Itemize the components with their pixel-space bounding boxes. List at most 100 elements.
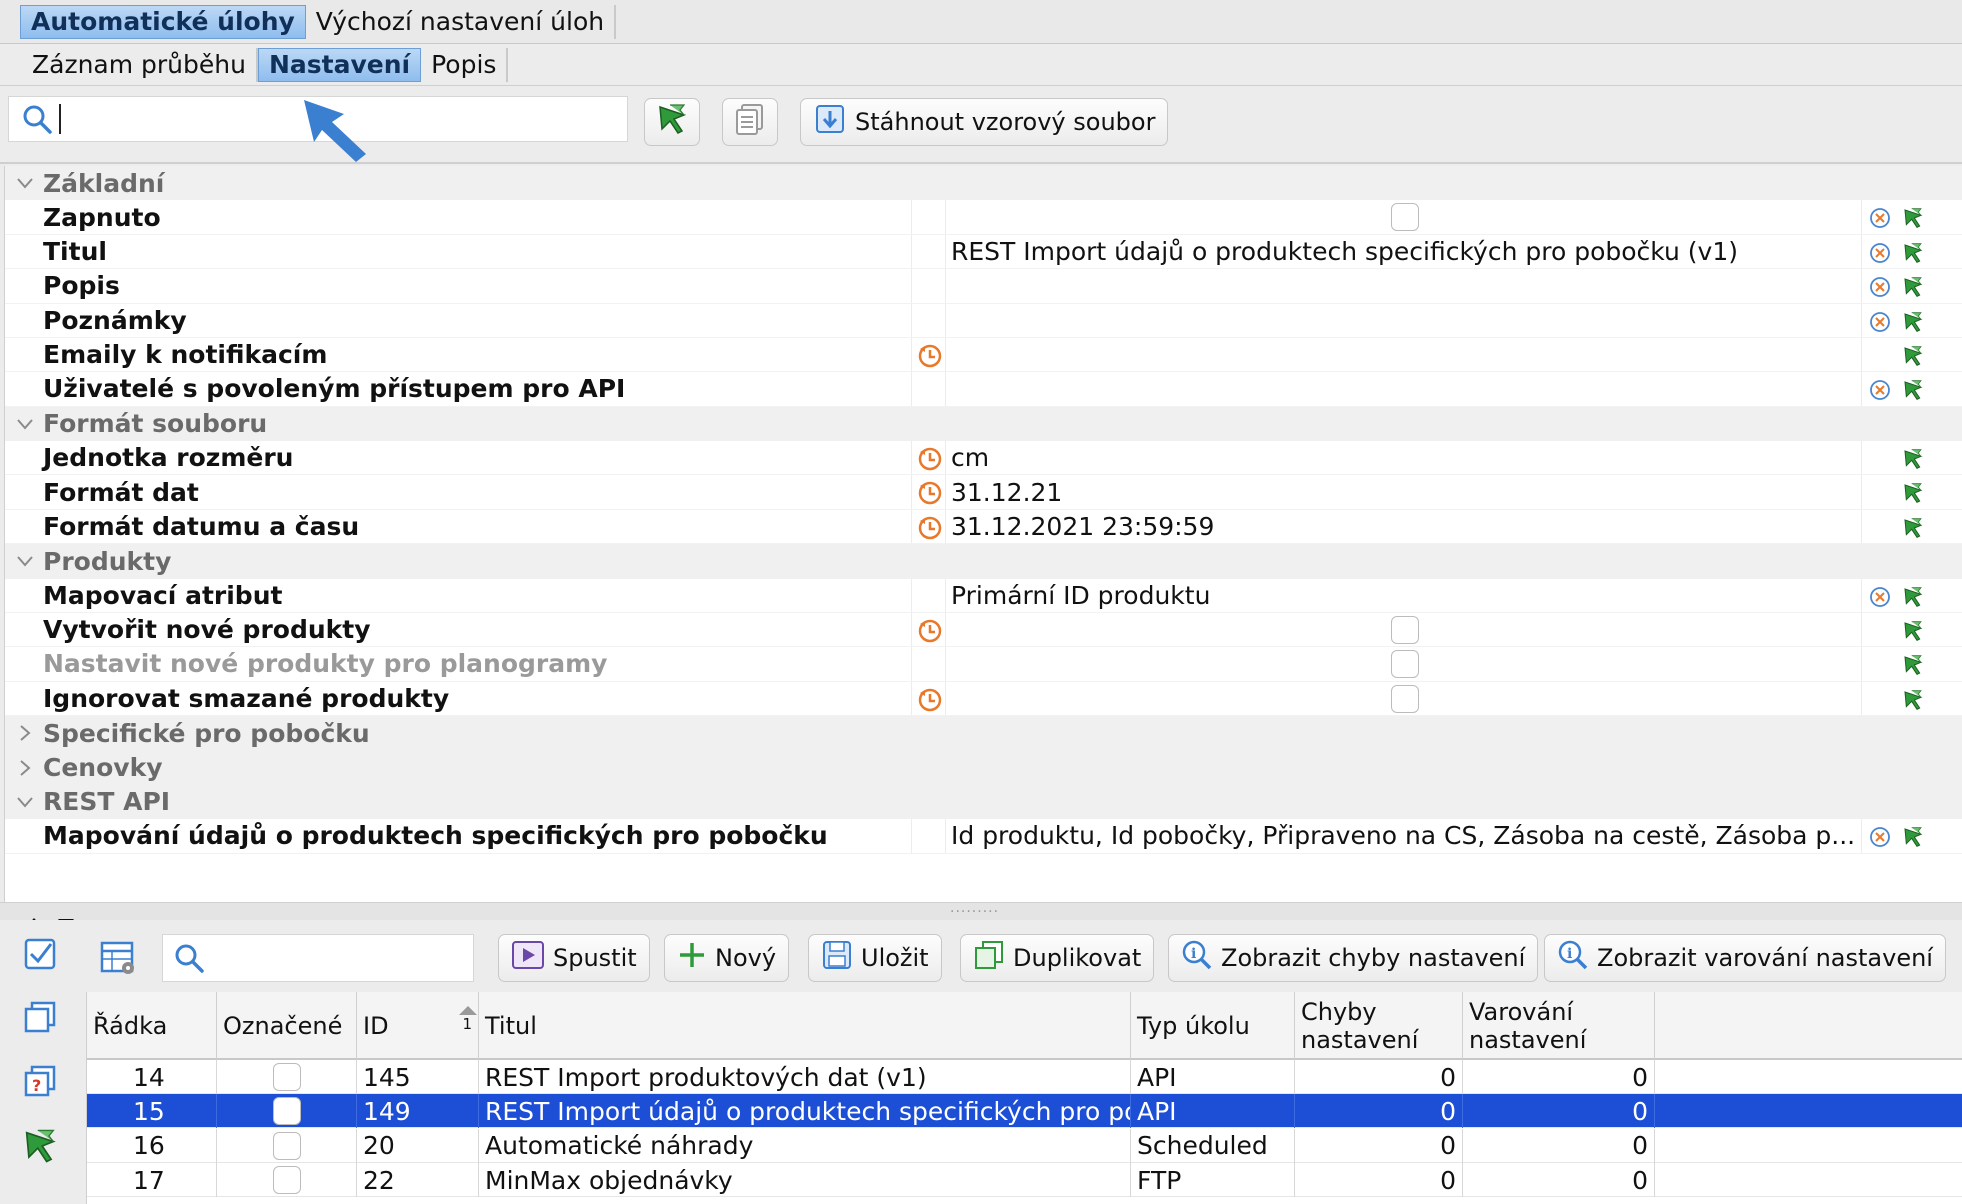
default-value-marker-icon[interactable] [917,446,943,478]
property-row[interactable]: Mapovací atribut Primární ID produktu [5,578,1962,615]
flag-pointer-icon[interactable] [1901,275,1925,305]
row-mark-cell[interactable] [217,1060,357,1094]
property-category[interactable]: Základní [5,166,1962,201]
reset-value-icon[interactable] [1869,241,1891,270]
flag-pointer-icon[interactable] [1901,378,1925,408]
duplicate-button[interactable]: Duplikovat [960,934,1155,982]
column-header[interactable]: Typ úkolu [1131,992,1295,1060]
property-row[interactable]: Zapnuto [5,200,1962,236]
reset-value-icon[interactable] [1869,310,1891,339]
chevron-down-icon[interactable] [13,412,37,436]
table-row[interactable]: 16 20 Automatické náhrady Scheduled 0 0 [87,1128,1962,1163]
column-header[interactable]: Označené [217,992,357,1060]
property-row[interactable]: Formát dat 31.12.21 [5,475,1962,512]
chevron-right-icon[interactable] [13,721,37,745]
property-value[interactable]: Primární ID produktu [951,581,1210,610]
row-mark-cell[interactable] [217,1163,357,1198]
flag-pointer-icon[interactable] [1901,241,1925,271]
chevron-down-icon[interactable] [13,790,37,814]
default-value-marker-icon[interactable] [917,515,943,547]
chevron-down-icon[interactable] [13,549,37,573]
default-value-marker-icon[interactable] [917,618,943,650]
reset-value-icon[interactable] [1869,275,1891,304]
flag-pointer-icon[interactable] [1901,206,1925,236]
windows-icon[interactable] [20,998,60,1044]
property-row[interactable]: Popis [5,269,1962,305]
table-row[interactable]: 17 22 MinMax objednávky FTP 0 0 [87,1163,1962,1198]
flag-pointer-icon[interactable] [1901,825,1925,855]
property-checkbox[interactable] [1391,684,1419,713]
flag-pointer-icon[interactable] [1901,619,1925,649]
settings-search-input[interactable] [59,104,63,134]
apply-flag-button[interactable] [644,98,700,146]
tasks-search-field[interactable] [162,934,474,982]
reset-value-icon[interactable] [1869,825,1891,854]
property-row[interactable]: Mapování údajů o produktech specifických… [5,819,1962,855]
top_tabs-tab-0[interactable]: Automatické úlohy [20,4,306,39]
column-header[interactable]: Titul [479,992,1131,1060]
property-row[interactable]: Ignorovat smazané produkty [5,681,1962,719]
property-value[interactable]: Id produktu, Id pobočky, Připraveno na C… [951,821,1855,850]
sub_tabs-tab-1[interactable]: Nastavení [257,47,422,82]
column-header[interactable]: Chyby nastavení [1295,992,1463,1060]
flag-pointer-icon[interactable] [1901,310,1925,340]
check-list-icon[interactable] [20,934,60,980]
row-checkbox[interactable] [272,1166,301,1195]
new-button[interactable]: Nový [664,934,790,982]
property-row[interactable]: Emaily k notifikacím [5,337,1962,375]
show-warnings-button[interactable]: i Zobrazit varování nastavení [1544,934,1946,982]
drag-grip-icon[interactable]: ········· [950,905,999,919]
default-value-marker-icon[interactable] [917,480,943,512]
property-row[interactable]: Vytvořit nové produkty [5,612,1962,650]
property-category[interactable]: Formát souboru [5,406,1962,442]
property-row[interactable]: Nastavit nové produkty pro planogramy [5,647,1962,683]
column-header[interactable]: Varování nastavení [1463,992,1655,1060]
property-checkbox[interactable] [1391,650,1419,679]
flag-pointer-icon[interactable] [1901,344,1925,374]
property-category[interactable]: REST API [5,784,1962,820]
chevron-right-icon[interactable] [13,756,37,780]
property-checkbox[interactable] [1391,203,1419,232]
flag-pointer-icon[interactable] [1901,481,1925,511]
run-button[interactable]: Spustit [498,934,650,982]
flag-pointer-icon[interactable] [1901,447,1925,477]
table-settings-icon[interactable] [98,938,138,984]
reset-value-icon[interactable] [1869,378,1891,407]
help-window-icon[interactable]: ? [20,1062,60,1108]
sub_tabs-tab-0[interactable]: Záznam průběhu [22,47,258,82]
row-mark-cell[interactable] [217,1128,357,1163]
property-category[interactable]: Specifické pro pobočku [5,716,1962,751]
sub_tabs-tab-2[interactable]: Popis [421,47,509,82]
flag-pointer-icon[interactable] [1901,653,1925,683]
table-row[interactable]: 14 145 REST Import produktových dat (v1) AP… [87,1060,1962,1094]
default-value-marker-icon[interactable] [917,343,943,375]
column-header[interactable]: Řádka [87,992,217,1060]
property-checkbox[interactable] [1391,615,1419,644]
flag-pointer-icon[interactable] [20,1126,60,1172]
row-checkbox[interactable] [272,1131,301,1160]
save-button[interactable]: Uložit [808,934,942,982]
flag-pointer-icon[interactable] [1901,688,1925,718]
property-value[interactable]: cm [951,443,989,472]
panel-splitter[interactable]: ········· [0,902,1962,928]
chevron-down-icon[interactable] [13,171,37,195]
row-checkbox[interactable] [272,1063,301,1091]
flag-pointer-icon[interactable] [1901,516,1925,546]
reset-value-icon[interactable] [1869,206,1891,235]
property-value[interactable]: REST Import údajů o produktech specifick… [951,237,1738,266]
flag-pointer-icon[interactable] [1901,585,1925,615]
default-value-marker-icon[interactable] [917,687,943,719]
property-row[interactable]: Jednotka rozměru cm [5,441,1962,478]
property-category[interactable]: Cenovky [5,750,1962,785]
property-category[interactable]: Produkty [5,544,1962,579]
property-value[interactable]: 31.12.2021 23:59:59 [951,512,1214,541]
reset-value-icon[interactable] [1869,585,1891,614]
table-row[interactable]: 15 149 REST Import údajů o produktech spec… [87,1094,1962,1129]
top_tabs-tab-1[interactable]: Výchozí nastavení úloh [306,4,617,39]
property-row[interactable]: Titul REST Import údajů o produktech spec… [5,234,1962,271]
property-row[interactable]: Poznámky [5,303,1962,340]
property-value[interactable]: 31.12.21 [951,478,1062,507]
show-errors-button[interactable]: i Zobrazit chyby nastavení [1168,934,1539,982]
column-header[interactable]: ID 1 [357,992,479,1060]
row-mark-cell[interactable] [217,1094,357,1129]
